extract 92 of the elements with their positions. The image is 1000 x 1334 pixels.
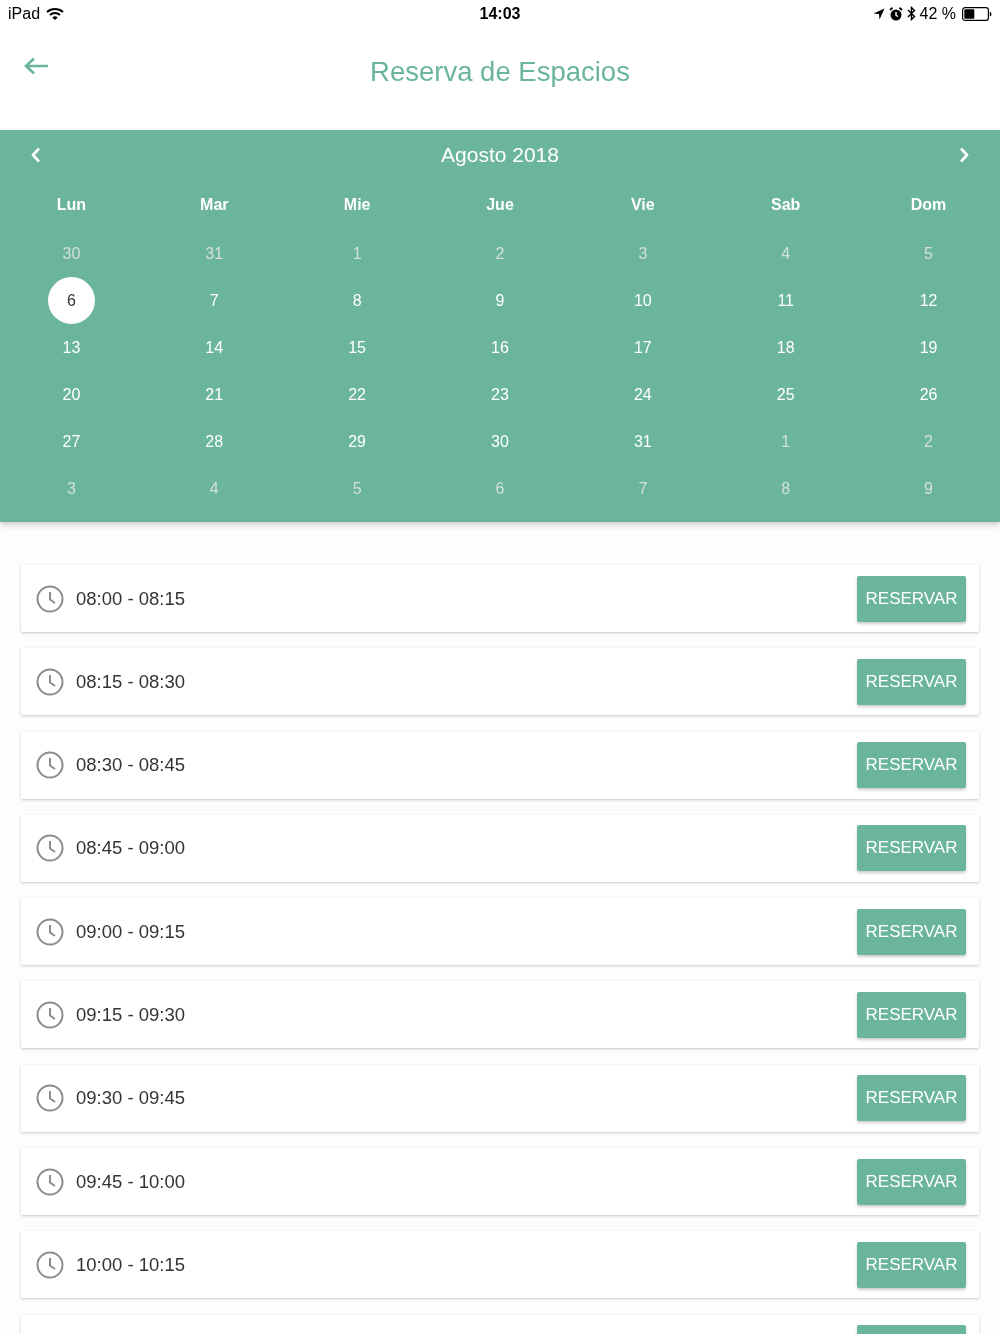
calendar-day[interactable]: 6 bbox=[476, 465, 524, 512]
calendar-day[interactable]: 7 bbox=[619, 465, 667, 512]
clock-icon bbox=[36, 667, 64, 696]
bluetooth-icon bbox=[906, 6, 916, 21]
calendar-day[interactable]: 1 bbox=[333, 230, 381, 277]
clock-icon bbox=[36, 1084, 64, 1113]
calendar-day[interactable]: 3 bbox=[619, 230, 667, 277]
calendar-day[interactable]: 18 bbox=[762, 324, 810, 371]
calendar-day[interactable]: 23 bbox=[476, 371, 524, 418]
calendar-day[interactable]: 1 bbox=[762, 418, 810, 465]
weekday-label: Vie bbox=[631, 196, 655, 214]
calendar-day[interactable]: 9 bbox=[476, 277, 524, 324]
calendar-day[interactable]: 11 bbox=[762, 277, 810, 324]
calendar-day[interactable]: 5 bbox=[905, 230, 953, 277]
weekday-label: Jue bbox=[486, 196, 514, 214]
time-range: 09:45 - 10:00 bbox=[76, 1170, 187, 1193]
weekday-label: Sab bbox=[771, 196, 801, 214]
reserve-button[interactable]: RESERVAR bbox=[857, 825, 966, 872]
battery-icon bbox=[962, 6, 992, 21]
reserve-button[interactable]: RESERVAR bbox=[857, 742, 966, 789]
device-name: iPad bbox=[8, 4, 41, 23]
wifi-icon bbox=[46, 6, 65, 21]
calendar-day[interactable]: 27 bbox=[47, 418, 95, 465]
calendar-day[interactable]: 17 bbox=[619, 324, 667, 371]
calendar-day[interactable]: 5 bbox=[333, 465, 381, 512]
page-title: Reserva de Espacios bbox=[370, 55, 630, 88]
clock-icon bbox=[36, 1250, 64, 1279]
time-range: 09:30 - 09:45 bbox=[76, 1087, 187, 1110]
calendar-day[interactable]: 26 bbox=[905, 371, 953, 418]
location-arrow-icon bbox=[872, 7, 885, 20]
chevron-right-icon bbox=[959, 147, 969, 163]
clock-icon bbox=[36, 1001, 64, 1029]
reserve-button[interactable]: RESERVAR bbox=[857, 992, 966, 1038]
weekday-label: Mar bbox=[200, 196, 229, 214]
weekday-label: Dom bbox=[910, 196, 947, 214]
calendar-day[interactable]: 21 bbox=[190, 371, 238, 418]
reserve-button[interactable]: RESERVAR bbox=[857, 658, 966, 705]
time-range: 08:45 - 09:00 bbox=[76, 837, 187, 860]
weekday-label: Lun bbox=[56, 196, 87, 214]
reserve-button[interactable]: RESERVAR bbox=[857, 908, 966, 955]
month-title: Agosto 2018 bbox=[441, 143, 559, 167]
calendar-day[interactable]: 8 bbox=[762, 465, 810, 512]
calendar-day[interactable]: 16 bbox=[476, 324, 524, 371]
calendar-day[interactable]: 30 bbox=[47, 230, 95, 277]
calendar-day[interactable]: 22 bbox=[333, 371, 381, 418]
time-range: 08:15 - 08:30 bbox=[76, 670, 187, 693]
next-month-button[interactable] bbox=[959, 147, 969, 163]
calendar-day[interactable]: 28 bbox=[190, 418, 238, 465]
clock-icon bbox=[36, 584, 64, 613]
calendar-day[interactable]: 10 bbox=[619, 277, 667, 324]
weekday-label: Mie bbox=[343, 196, 371, 214]
calendar-day[interactable]: 31 bbox=[619, 418, 667, 465]
clock-icon bbox=[36, 834, 64, 863]
calendar-day[interactable]: 20 bbox=[47, 371, 95, 418]
calendar-day[interactable]: 3 bbox=[47, 465, 95, 512]
chevron-left-icon bbox=[31, 147, 41, 163]
reserve-button[interactable]: RESERVAR bbox=[857, 575, 966, 622]
back-button[interactable] bbox=[23, 56, 51, 76]
calendar-day[interactable]: 12 bbox=[905, 277, 953, 324]
calendar-day[interactable]: 31 bbox=[190, 230, 238, 277]
calendar-day[interactable]: 2 bbox=[905, 418, 953, 465]
calendar-day[interactable]: 7 bbox=[190, 277, 238, 324]
time-range: 08:30 - 08:45 bbox=[76, 754, 187, 777]
calendar-day[interactable]: 14 bbox=[190, 324, 238, 371]
calendar-day[interactable]: 6 bbox=[47, 277, 95, 324]
calendar-day[interactable]: 19 bbox=[905, 324, 953, 371]
calendar-day[interactable]: 2 bbox=[476, 230, 524, 277]
reserve-button[interactable]: RESERVAR bbox=[857, 1158, 966, 1205]
calendar-day[interactable]: 15 bbox=[333, 324, 381, 371]
time-range: 09:15 - 09:30 bbox=[76, 1004, 187, 1026]
calendar-day[interactable]: 25 bbox=[762, 371, 810, 418]
reserve-button[interactable]: RESERVAR bbox=[857, 1241, 966, 1288]
calendar-day[interactable]: 13 bbox=[47, 324, 95, 371]
calendar-day[interactable]: 4 bbox=[190, 465, 238, 512]
status-time: 14:03 bbox=[479, 4, 521, 23]
calendar-day[interactable]: 9 bbox=[905, 465, 953, 512]
clock-icon bbox=[36, 751, 64, 780]
clock-icon bbox=[36, 1167, 64, 1196]
time-range: 08:00 - 08:15 bbox=[76, 587, 187, 610]
time-range: 09:00 - 09:15 bbox=[76, 920, 187, 943]
previous-month-button[interactable] bbox=[31, 147, 41, 163]
calendar-day[interactable]: 29 bbox=[333, 418, 381, 465]
alarm-clock-icon bbox=[888, 6, 903, 21]
calendar-day[interactable]: 4 bbox=[762, 230, 810, 277]
battery-percent: 42 % bbox=[919, 4, 956, 23]
calendar-day[interactable]: 30 bbox=[476, 418, 524, 465]
reserve-button[interactable]: RESERVAR bbox=[857, 1075, 966, 1122]
time-range: 10:00 - 10:15 bbox=[76, 1253, 187, 1276]
calendar-day[interactable]: 8 bbox=[333, 277, 381, 324]
arrow-left-icon bbox=[24, 57, 50, 75]
clock-icon bbox=[36, 917, 64, 946]
calendar-day[interactable]: 24 bbox=[619, 371, 667, 418]
